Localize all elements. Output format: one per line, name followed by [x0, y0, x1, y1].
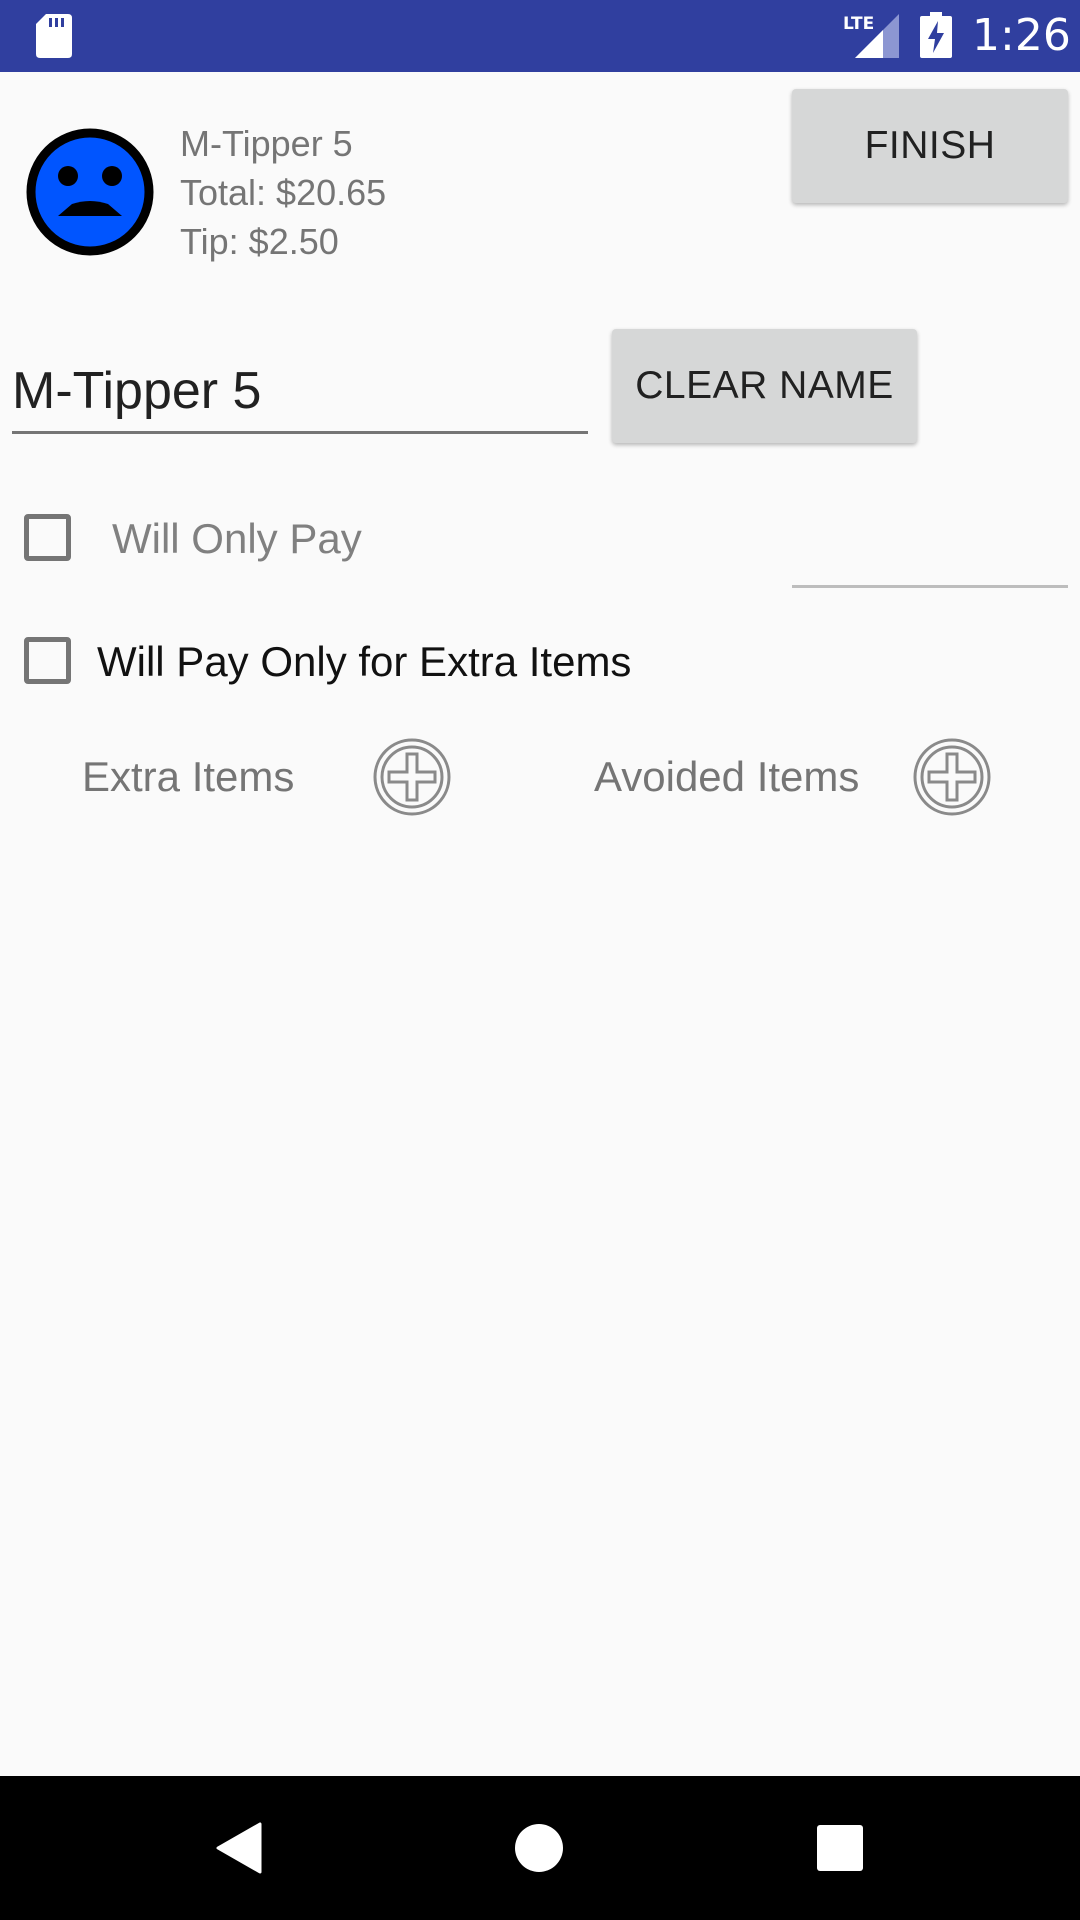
sd-card-icon — [36, 14, 72, 58]
network-type-label: LTE — [843, 14, 874, 34]
clear-name-button[interactable]: CLEAR NAME — [612, 329, 917, 443]
add-circle-icon — [373, 738, 451, 816]
status-bar: LTE 1:26 — [0, 0, 1080, 72]
will-only-pay-checkbox[interactable] — [24, 514, 71, 561]
extra-items-label: Extra Items — [82, 753, 295, 800]
participant-name: M-Tipper 5 — [180, 123, 353, 164]
participant-tip: Tip: $2.50 — [180, 221, 339, 262]
pay-only-extra-label[interactable]: Will Pay Only for Extra Items — [97, 636, 631, 688]
name-input[interactable] — [12, 350, 588, 434]
avoided-items-label: Avoided Items — [594, 753, 860, 800]
signal-icon: LTE — [843, 14, 899, 58]
add-avoided-item-button[interactable] — [912, 737, 992, 817]
finish-button[interactable]: FINISH — [792, 89, 1068, 203]
sad-face-avatar-icon — [26, 128, 154, 256]
add-extra-item-button[interactable] — [372, 737, 452, 817]
add-circle-icon — [913, 738, 991, 816]
battery-charging-icon — [920, 12, 952, 58]
status-clock: 1:26 — [972, 10, 1071, 61]
will-only-pay-label: Will Only Pay — [112, 515, 362, 562]
pay-only-extra-checkbox[interactable] — [24, 637, 71, 684]
participant-total: Total: $20.65 — [180, 172, 387, 213]
home-icon[interactable] — [515, 1824, 563, 1872]
recents-icon[interactable] — [817, 1825, 863, 1871]
back-icon[interactable] — [216, 1822, 262, 1874]
pay-amount-input[interactable] — [792, 530, 1068, 588]
